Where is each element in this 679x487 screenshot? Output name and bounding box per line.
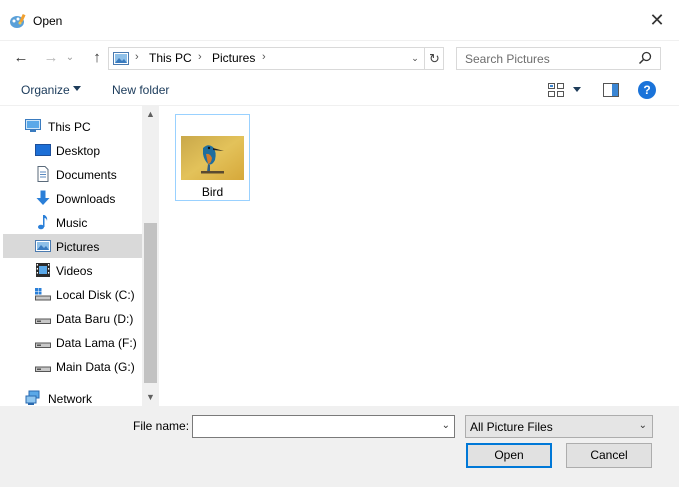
desktop-icon <box>35 144 51 156</box>
documents-icon <box>37 166 49 182</box>
scroll-up-arrow-icon[interactable]: ▲ <box>142 106 159 123</box>
breadcrumb-separator: › <box>135 51 139 63</box>
sidebar-item-label: Downloads <box>56 192 116 206</box>
navigation-pane-scrollbar[interactable]: ▲ ▼ <box>142 106 159 406</box>
sidebar-item-label: Videos <box>56 264 93 278</box>
chevron-down-icon[interactable] <box>573 87 581 92</box>
sidebar-item-network[interactable]: Network <box>3 386 142 406</box>
scroll-down-arrow-icon[interactable]: ▼ <box>142 389 159 406</box>
breadcrumb-this-pc[interactable]: This PC <box>149 51 192 65</box>
scrollbar-thumb[interactable] <box>144 223 157 383</box>
sidebar-item-documents[interactable]: Documents <box>3 162 142 186</box>
sidebar-item-label: Documents <box>56 168 117 182</box>
file-type-filter-value: All Picture Files <box>470 420 553 434</box>
cancel-button[interactable]: Cancel <box>566 443 652 468</box>
recent-locations-button[interactable]: ⌄ <box>63 48 77 68</box>
breadcrumb-pictures[interactable]: Pictures <box>212 51 255 65</box>
system-drive-icon <box>35 288 51 301</box>
breadcrumb-separator: › <box>198 51 202 63</box>
change-view-icon[interactable] <box>548 83 564 97</box>
file-list[interactable]: Bird <box>159 106 679 406</box>
sidebar-item-downloads[interactable]: Downloads <box>3 186 142 210</box>
sidebar-item-label: Data Baru (D:) <box>56 312 134 326</box>
sidebar-item-this-pc[interactable]: This PC <box>3 114 142 138</box>
sidebar-item-music[interactable]: Music <box>3 210 142 234</box>
sidebar-item-main-data-g[interactable]: Main Data (G:) <box>3 354 142 378</box>
drive-icon <box>35 318 51 324</box>
help-icon[interactable]: ? <box>638 81 656 99</box>
pictures-icon <box>35 240 51 252</box>
new-folder-button[interactable]: New folder <box>112 83 169 97</box>
navigation-pane: This PC Desktop Documents Downloads Musi… <box>0 106 142 406</box>
forward-button[interactable]: → <box>40 48 62 68</box>
chevron-down-icon[interactable] <box>73 86 81 91</box>
close-button[interactable]: ✕ <box>649 10 665 30</box>
network-icon <box>25 390 40 405</box>
address-bar[interactable]: › This PC › Pictures › ⌄ ↻ <box>108 47 444 70</box>
sidebar-item-label: Pictures <box>56 240 100 254</box>
sidebar-item-desktop[interactable]: Desktop <box>3 138 142 162</box>
sidebar-item-label: Local Disk (C:) <box>56 288 135 302</box>
file-name-field[interactable]: ⌄ <box>192 415 455 438</box>
pictures-folder-icon <box>113 52 129 65</box>
up-button[interactable]: ↑ <box>86 48 108 68</box>
refresh-button[interactable]: ↻ <box>424 48 444 69</box>
chevron-down-icon[interactable]: ⌄ <box>442 420 450 431</box>
sidebar-item-label: This PC <box>48 120 91 134</box>
sidebar-item-label: Music <box>56 216 88 230</box>
search-icon[interactable] <box>638 51 652 65</box>
sidebar-item-pictures[interactable]: Pictures <box>3 234 142 258</box>
sidebar-item-label: Main Data (G:) <box>56 360 135 374</box>
sidebar-item-data-baru-d[interactable]: Data Baru (D:) <box>3 306 142 330</box>
sidebar-item-videos[interactable]: Videos <box>3 258 142 282</box>
app-icon <box>10 13 26 28</box>
chevron-down-icon[interactable]: ⌄ <box>639 420 647 431</box>
sidebar-item-label: Network <box>48 392 93 406</box>
title-bar: Open ✕ <box>0 0 679 41</box>
computer-icon <box>25 119 41 132</box>
file-item-bird[interactable]: Bird <box>175 114 250 201</box>
downloads-icon <box>36 190 50 205</box>
navigation-bar: ← → ⌄ ↑ › This PC › Pictures › ⌄ ↻ Searc… <box>0 41 679 75</box>
breadcrumb-separator: › <box>262 51 266 63</box>
sidebar-item-data-lama-f[interactable]: Data Lama (F:) <box>3 330 142 354</box>
back-button[interactable]: ← <box>10 48 32 68</box>
address-dropdown-button[interactable]: ⌄ <box>406 48 424 69</box>
bottom-panel: File name: ⌄ All Picture Files ⌄ Open Ca… <box>0 406 679 487</box>
music-icon <box>38 215 48 230</box>
sidebar-item-label: Data Lama (F:) <box>56 336 137 350</box>
organize-button[interactable]: Organize <box>21 83 70 97</box>
bird-image <box>181 136 244 180</box>
videos-icon <box>36 263 50 277</box>
search-box[interactable]: Search Pictures <box>456 47 661 70</box>
command-toolbar: Organize New folder ? <box>0 75 679 106</box>
open-button[interactable]: Open <box>466 443 552 468</box>
file-name-label: Bird <box>201 185 224 199</box>
drive-icon <box>35 366 51 372</box>
window-title: Open <box>33 14 63 28</box>
file-type-filter[interactable]: All Picture Files ⌄ <box>465 415 653 438</box>
search-input[interactable]: Search Pictures <box>465 52 550 66</box>
preview-pane-icon[interactable] <box>603 83 619 97</box>
sidebar-item-label: Desktop <box>56 144 101 158</box>
file-name-field-label: File name: <box>133 419 190 433</box>
drive-icon <box>35 342 51 348</box>
sidebar-item-local-disk-c[interactable]: Local Disk (C:) <box>3 282 142 306</box>
